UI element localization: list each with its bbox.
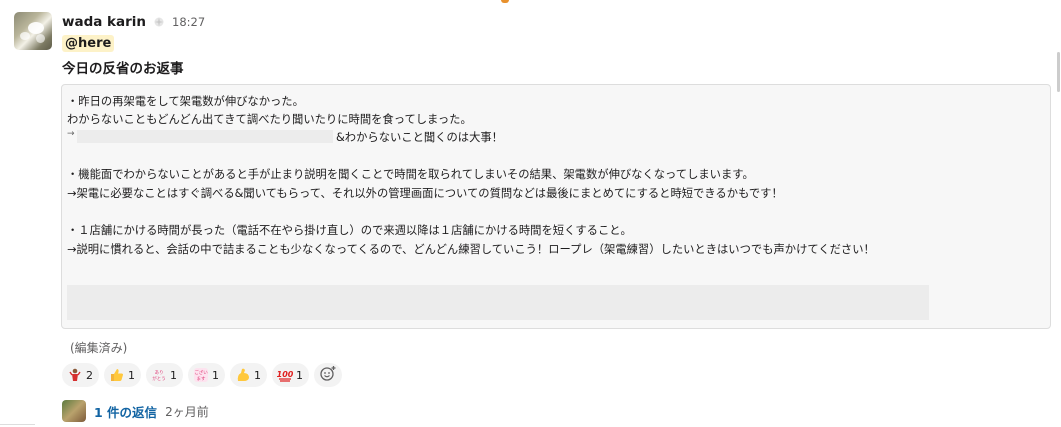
celebration-emoji-icon — [67, 367, 83, 383]
reaction-hundred-points[interactable]: 100 1 — [272, 363, 309, 387]
thread-summary[interactable]: 1 件の返信 2ヶ月前 — [62, 400, 209, 422]
body-line-3: &わからないこと聞くのは大事！ — [336, 131, 503, 144]
reaction-count: 1 — [296, 368, 303, 382]
last-reply-time: 2ヶ月前 — [165, 404, 209, 419]
redacted-block — [67, 285, 929, 320]
svg-text:あり: あり — [155, 370, 164, 376]
gozaimasu-stamp-icon: ござい ます — [193, 367, 209, 383]
reaction-flexed-biceps[interactable]: 1 — [230, 363, 267, 387]
svg-text:100: 100 — [277, 370, 293, 379]
message-header: wada karin 18:27 — [62, 12, 205, 32]
body-line-7: →説明に慣れると、会話の中で詰まることも少なくなってくるので、どんどん練習してい… — [67, 243, 875, 256]
reaction-count: 1 — [212, 368, 219, 382]
sender-name[interactable]: wada karin — [62, 14, 146, 30]
hundred-points-icon: 100 — [277, 367, 293, 383]
edited-label: (編集済み) — [70, 341, 128, 355]
add-emoji-icon — [319, 364, 337, 386]
replies-link[interactable]: 1 件の返信 — [94, 402, 157, 421]
reply-avatar — [62, 400, 86, 422]
top-accent-bar — [501, 0, 509, 3]
sparkle-status-icon — [152, 15, 166, 29]
here-mention[interactable]: @here — [62, 35, 115, 52]
body-line-2: わからないこともどんどん出てきて調べたり聞いたりに時間を食ってしまった。 — [67, 113, 472, 126]
scrollbar-thumb[interactable] — [1057, 52, 1060, 92]
reaction-count: 1 — [170, 368, 177, 382]
add-reaction-button[interactable] — [314, 363, 342, 387]
svg-text:がとう: がとう — [152, 375, 166, 382]
arrow-prefix: → — [67, 129, 75, 139]
reaction-gozaimasu[interactable]: ござい ます 1 — [188, 363, 225, 387]
reaction-arigatou[interactable]: あり がとう 1 — [146, 363, 183, 387]
reaction-celebration[interactable]: 2 — [62, 363, 99, 387]
body-line-4: ・機能面でわからないことがあると手が止まり説明を聞くことで時間を取られてしまいそ… — [67, 168, 754, 181]
reactions-bar: 2 1 あり がとう 1 ござい ます 1 1 100 1 — [62, 363, 342, 387]
reaction-count: 2 — [86, 368, 93, 382]
thumbs-up-icon — [109, 367, 125, 383]
message-timestamp[interactable]: 18:27 — [172, 15, 205, 29]
redacted-text — [77, 130, 333, 143]
reaction-thumbs-up[interactable]: 1 — [104, 363, 141, 387]
svg-text:ます: ます — [197, 375, 206, 382]
body-line-5: →架電に必要なことはすぐ調べる&聞いてもらって、それ以外の管理画面についての質問… — [67, 187, 783, 200]
reaction-count: 1 — [128, 368, 135, 382]
message-title: 今日の反省のお返事 — [62, 61, 184, 77]
body-line-1: ・昨日の再架電をして架電数が伸びなかった。 — [67, 95, 304, 108]
arigatou-stamp-icon: あり がとう — [151, 367, 167, 383]
reaction-count: 1 — [254, 368, 261, 382]
flexed-biceps-icon — [235, 367, 251, 383]
sender-avatar[interactable] — [14, 12, 52, 50]
divider — [0, 424, 35, 425]
svg-text:ござい: ござい — [194, 369, 208, 376]
body-line-6: ・１店舗にかける時間が長った（電話不在やら掛け直し）ので来週以降は１店舗にかける… — [67, 224, 632, 237]
